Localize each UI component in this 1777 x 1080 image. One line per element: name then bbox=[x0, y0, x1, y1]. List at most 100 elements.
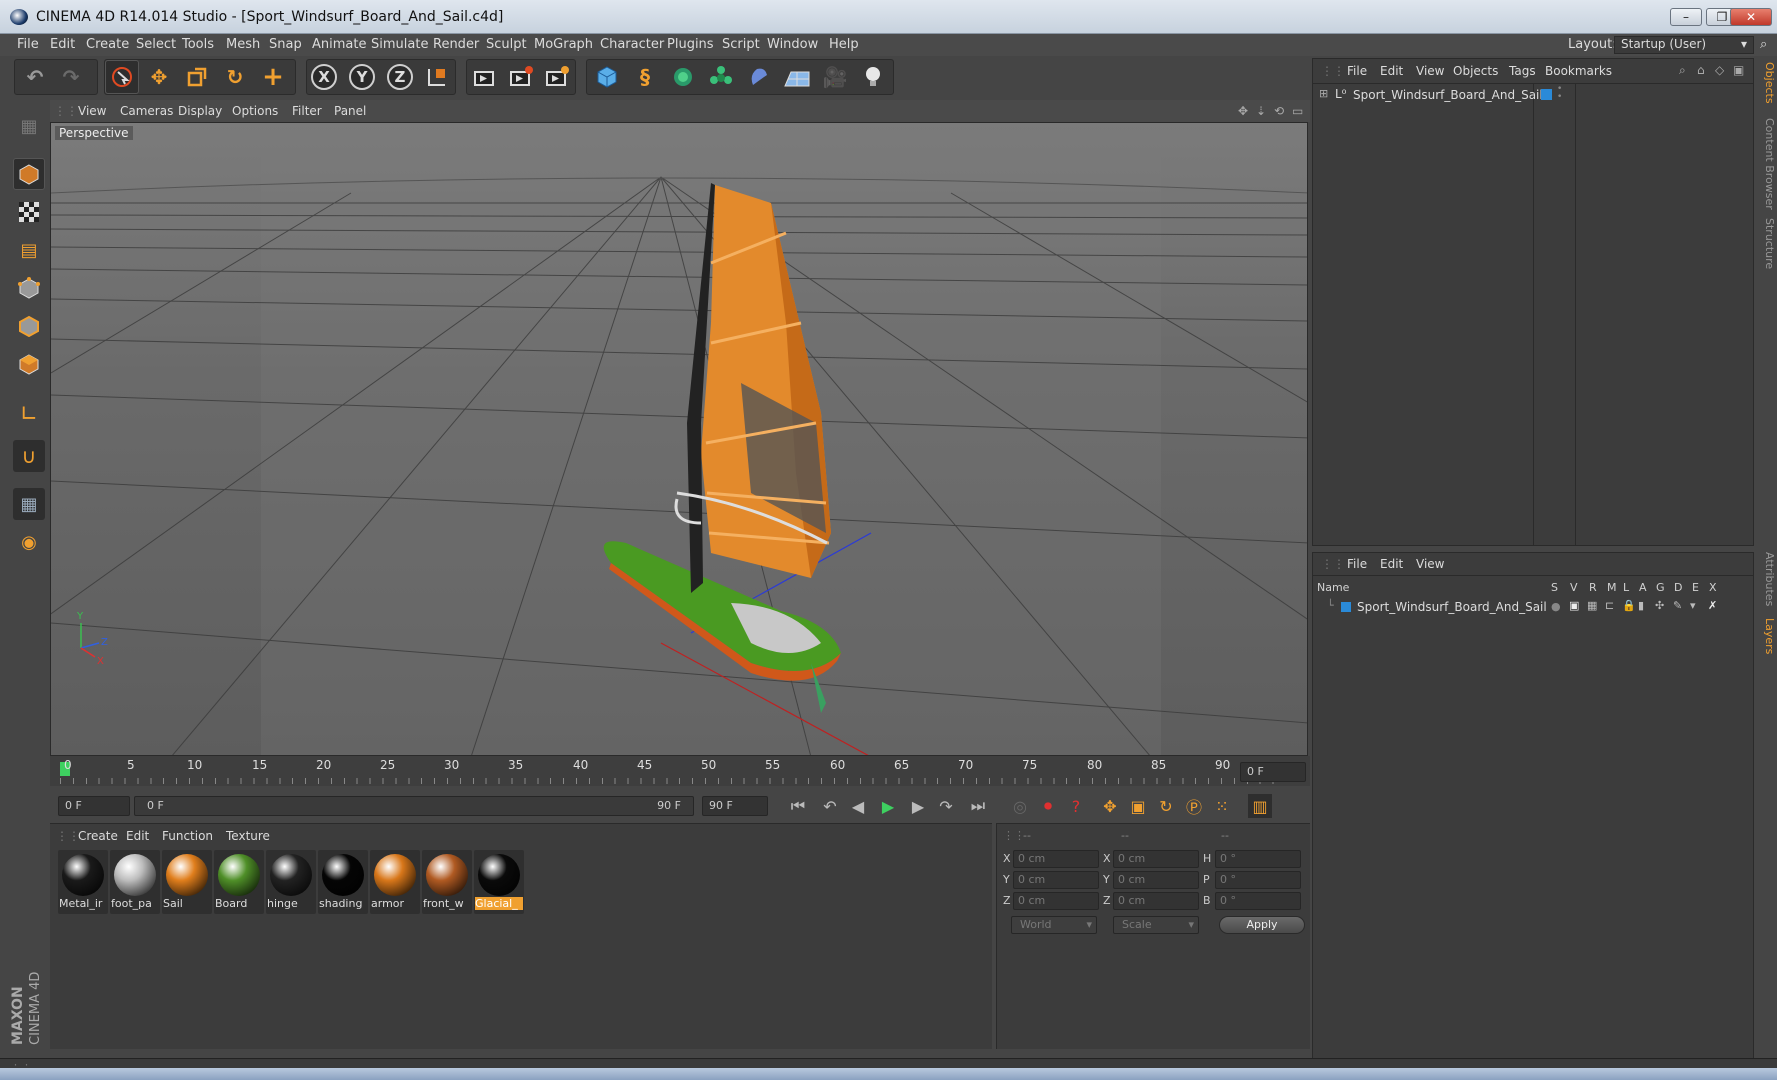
record-parameter-icon[interactable]: Ⓟ bbox=[1182, 794, 1206, 818]
column-deformers[interactable]: D bbox=[1674, 581, 1682, 594]
size-y-field[interactable]: 0 cm bbox=[1113, 871, 1199, 889]
new-view-icon[interactable]: ▣ bbox=[1733, 63, 1744, 77]
pan-view-icon[interactable]: ✥ bbox=[1238, 104, 1248, 118]
render-picture-viewer-icon[interactable] bbox=[504, 60, 538, 94]
view-toggle-icon[interactable]: ▣ bbox=[1569, 599, 1579, 612]
menu-mograph[interactable]: MoGraph bbox=[534, 37, 593, 52]
pos-z-field[interactable]: 0 cm bbox=[1013, 892, 1099, 910]
layer-menu-edit[interactable]: Edit bbox=[1380, 557, 1403, 571]
size-x-field[interactable]: 0 cm bbox=[1113, 850, 1199, 868]
record-disabled-icon[interactable]: ◎ bbox=[1008, 794, 1032, 818]
material-tile[interactable]: Glacial_ bbox=[474, 850, 524, 914]
menu-file[interactable]: File bbox=[17, 37, 39, 52]
material-tile[interactable]: shading bbox=[318, 850, 368, 914]
rotate-view-icon[interactable]: ⟲ bbox=[1274, 104, 1284, 118]
pos-x-field[interactable]: 0 cm bbox=[1013, 850, 1099, 868]
solo-toggle-icon[interactable]: ● bbox=[1551, 600, 1561, 613]
object-menu-edit[interactable]: Edit bbox=[1380, 64, 1403, 78]
object-menu-objects[interactable]: Objects bbox=[1453, 64, 1498, 78]
frame-range-slider[interactable]: 0 F 90 F bbox=[134, 796, 694, 816]
object-row[interactable]: ⊞ L⁰ Sport_Windsurf_Board_And_Sail • • bbox=[1317, 85, 1753, 105]
maximize-view-icon[interactable]: ▭ bbox=[1292, 104, 1303, 118]
menu-help[interactable]: Help bbox=[829, 37, 859, 52]
menu-sculpt[interactable]: Sculpt bbox=[486, 37, 527, 52]
expressions-toggle-icon[interactable]: ▾ bbox=[1690, 599, 1696, 612]
edit-render-settings-icon[interactable] bbox=[540, 60, 574, 94]
column-solo[interactable]: S bbox=[1551, 581, 1558, 594]
floor-icon[interactable] bbox=[780, 60, 814, 94]
material-tile[interactable]: front_w bbox=[422, 850, 472, 914]
y-axis-icon[interactable]: Y bbox=[345, 60, 379, 94]
menu-edit[interactable]: Edit bbox=[50, 37, 75, 52]
xref-toggle-icon[interactable]: ✗ bbox=[1708, 599, 1717, 612]
layer-row[interactable]: └ Sport_Windsurf_Board_And_Sail ● ▣ ▦ ⊏ … bbox=[1317, 597, 1751, 617]
column-locked[interactable]: L bbox=[1623, 581, 1629, 594]
column-render[interactable]: R bbox=[1589, 581, 1597, 594]
menu-script[interactable]: Script bbox=[722, 37, 760, 52]
viewport-menu-view[interactable]: View bbox=[78, 104, 106, 118]
rot-b-field[interactable]: 0 ° bbox=[1215, 892, 1301, 910]
record-position-icon[interactable]: ✥ bbox=[1098, 794, 1122, 818]
home-icon[interactable]: ⌂ bbox=[1697, 63, 1705, 77]
object-menu-file[interactable]: File bbox=[1347, 64, 1367, 78]
material-menu-edit[interactable]: Edit bbox=[126, 829, 149, 843]
scale-icon[interactable] bbox=[180, 60, 214, 94]
workplane-icon[interactable]: ▤ bbox=[13, 234, 45, 266]
generators-toggle-icon[interactable]: ✣ bbox=[1655, 599, 1664, 612]
collapse-icon[interactable]: ◇ bbox=[1715, 63, 1724, 77]
go-to-end-icon[interactable]: ⏭ bbox=[966, 794, 990, 818]
tab-layers[interactable]: Layers bbox=[1758, 618, 1776, 654]
menu-tools[interactable]: Tools bbox=[182, 37, 214, 52]
menu-character[interactable]: Character bbox=[600, 37, 664, 52]
record-rotation-icon[interactable]: ↻ bbox=[1154, 794, 1178, 818]
light-icon[interactable] bbox=[856, 60, 890, 94]
record-active-objects-icon[interactable]: ⏺ bbox=[1036, 794, 1060, 818]
material-menu-create[interactable]: Create bbox=[78, 829, 118, 843]
points-mode-icon[interactable] bbox=[13, 272, 45, 304]
material-tile[interactable]: Board bbox=[214, 850, 264, 914]
object-name[interactable]: Sport_Windsurf_Board_And_Sail bbox=[1353, 88, 1543, 102]
planar-snap-icon[interactable]: ◉ bbox=[13, 526, 45, 558]
layer-color-swatch[interactable] bbox=[1541, 89, 1552, 100]
go-to-start-icon[interactable]: ⏮ bbox=[786, 794, 810, 818]
rotate-icon[interactable]: ↻ bbox=[218, 60, 252, 94]
autokeying-icon[interactable]: ? bbox=[1064, 794, 1088, 818]
record-point-level-icon[interactable]: ⁙ bbox=[1210, 794, 1234, 818]
zoom-view-icon[interactable]: ⇣ bbox=[1256, 104, 1266, 118]
previous-frame-icon[interactable]: ◀ bbox=[846, 794, 870, 818]
redo-icon[interactable]: ↷ bbox=[54, 60, 88, 94]
menu-create[interactable]: Create bbox=[86, 37, 129, 52]
perspective-viewport[interactable]: Y Z X Perspective bbox=[50, 122, 1308, 756]
material-tile[interactable]: foot_pa bbox=[110, 850, 160, 914]
menu-animate[interactable]: Animate bbox=[312, 37, 366, 52]
column-animation[interactable]: A bbox=[1639, 581, 1647, 594]
material-tile[interactable]: hinge bbox=[266, 850, 316, 914]
start-frame-field[interactable]: 0 F bbox=[58, 796, 130, 816]
column-manager[interactable]: M bbox=[1607, 581, 1617, 594]
column-xref[interactable]: X bbox=[1709, 581, 1717, 594]
layer-menu-file[interactable]: File bbox=[1347, 557, 1367, 571]
column-generators[interactable]: G bbox=[1656, 581, 1665, 594]
array-icon[interactable] bbox=[704, 60, 738, 94]
workplane-lock-icon[interactable]: ▦ bbox=[13, 488, 45, 520]
search-icon[interactable]: ⌕ bbox=[1679, 63, 1686, 78]
deformers-toggle-icon[interactable]: ✎ bbox=[1673, 599, 1682, 612]
polygons-mode-icon[interactable] bbox=[13, 348, 45, 380]
render-view-icon[interactable] bbox=[468, 60, 502, 94]
texture-mode-icon[interactable] bbox=[13, 196, 45, 228]
coordinate-system-icon[interactable] bbox=[420, 60, 454, 94]
tab-structure[interactable]: Structure bbox=[1758, 218, 1776, 269]
visibility-dots-icon[interactable]: • • bbox=[1557, 85, 1562, 102]
coordinate-mode-dropdown[interactable]: World ▾ bbox=[1011, 916, 1097, 934]
apply-button[interactable]: Apply bbox=[1219, 916, 1305, 934]
play-icon[interactable]: ▶ bbox=[876, 794, 900, 818]
layer-name[interactable]: Sport_Windsurf_Board_And_Sail bbox=[1357, 600, 1547, 614]
material-menu-function[interactable]: Function bbox=[162, 829, 213, 843]
column-expressions[interactable]: E bbox=[1692, 581, 1699, 594]
column-view[interactable]: V bbox=[1570, 581, 1578, 594]
timeline-window-icon[interactable]: ▥ bbox=[1248, 794, 1272, 818]
x-axis-icon[interactable]: X bbox=[307, 60, 341, 94]
material-tile[interactable]: armor bbox=[370, 850, 420, 914]
object-menu-view[interactable]: View bbox=[1416, 64, 1444, 78]
menu-window[interactable]: Window bbox=[767, 37, 818, 52]
